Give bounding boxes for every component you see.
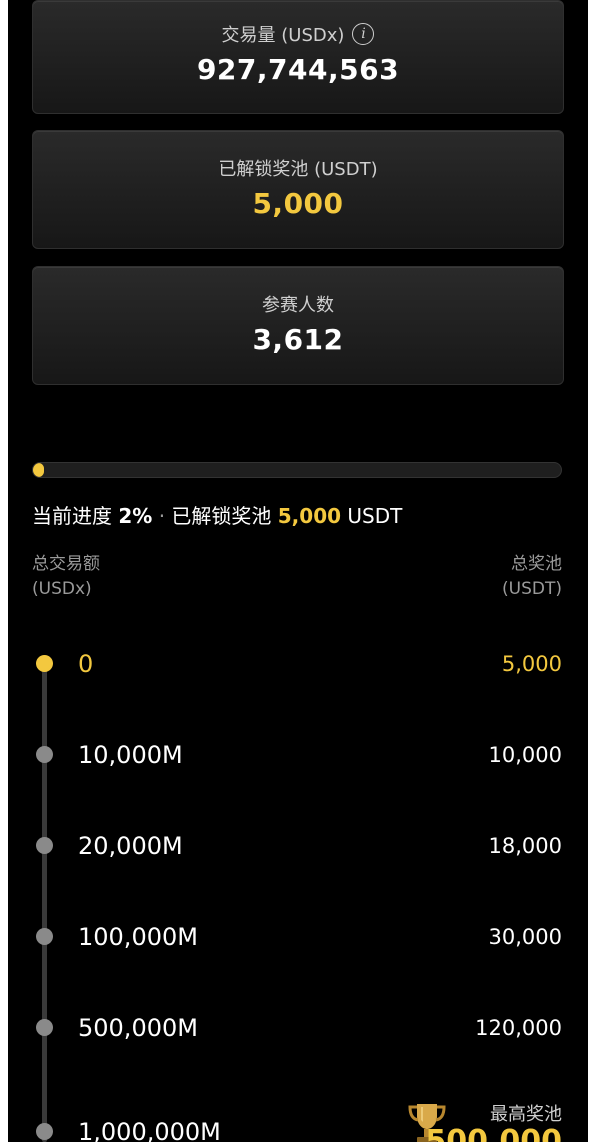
- tier-dot: [36, 746, 53, 763]
- tier-dot: [36, 655, 53, 672]
- tier-row: 20,000M 18,000: [8, 829, 588, 863]
- tier-volume: 1,000,000M: [78, 1118, 221, 1142]
- stat-label: 参赛人数: [262, 295, 334, 316]
- tier-volume: 100,000M: [78, 923, 198, 951]
- tier-pool: 30,000: [488, 925, 562, 949]
- column-header-pool: 总奖池 (USDT): [502, 552, 562, 602]
- max-pool-value: 500,000: [425, 1124, 562, 1142]
- tier-dot: [36, 1019, 53, 1036]
- progress-unit: USDT: [347, 504, 403, 528]
- tier-pool: 5,000: [501, 652, 562, 676]
- stat-label-row: 参赛人数: [33, 291, 563, 317]
- timeline-line: [42, 664, 47, 1142]
- column-header-volume: 总交易额 (USDx): [32, 552, 100, 602]
- progress-summary: 当前进度 2% · 已解锁奖池 5,000 USDT: [32, 500, 402, 529]
- screen: 交易量 (USDx) i 927,744,563 已解锁奖池 (USDT) 5,…: [8, 0, 588, 1142]
- stat-value: 3,612: [252, 323, 344, 356]
- stat-value: 5,000: [252, 187, 344, 220]
- stat-label-row: 交易量 (USDx) i: [33, 21, 563, 47]
- progress-unlocked-value: 5,000: [277, 504, 342, 528]
- stat-label: 已解锁奖池 (USDT): [218, 159, 378, 180]
- stat-label: 交易量 (USDx): [221, 25, 345, 46]
- tier-volume: 0: [78, 650, 94, 678]
- tier-row: 500,000M 120,000: [8, 1011, 588, 1045]
- info-icon[interactable]: i: [352, 23, 375, 45]
- progress-fill: [33, 463, 44, 477]
- tier-dot: [36, 1123, 53, 1140]
- tier-pool: 120,000: [475, 1016, 562, 1040]
- column-unit: (USDT): [502, 579, 562, 599]
- stat-card-participants: 参赛人数 3,612: [32, 266, 564, 385]
- stat-value: 927,744,563: [196, 53, 400, 86]
- progress-prefix: 当前进度: [32, 504, 112, 528]
- stat-label-row: 已解锁奖池 (USDT): [33, 155, 563, 181]
- max-pool-label: 最高奖池: [490, 1104, 562, 1125]
- stat-card-volume: 交易量 (USDx) i 927,744,563: [32, 0, 564, 114]
- tier-row: 0 5,000: [8, 647, 588, 681]
- column-title: 总交易额: [32, 554, 100, 574]
- column-title: 总奖池: [511, 554, 562, 574]
- progress-separator: ·: [158, 504, 166, 528]
- progress-bar: [32, 462, 562, 478]
- tier-row: 10,000M 10,000: [8, 738, 588, 772]
- tier-row: 100,000M 30,000: [8, 920, 588, 954]
- progress-percent: 2%: [118, 504, 153, 528]
- tier-volume: 500,000M: [78, 1014, 198, 1042]
- stat-card-unlocked-pool: 已解锁奖池 (USDT) 5,000: [32, 130, 564, 249]
- tier-dot: [36, 837, 53, 854]
- tier-volume: 20,000M: [78, 832, 183, 860]
- progress-unlocked-label: 已解锁奖池: [171, 504, 272, 528]
- column-unit: (USDx): [32, 579, 92, 599]
- tier-volume: 10,000M: [78, 741, 183, 769]
- tier-dot: [36, 928, 53, 945]
- tier-pool: 18,000: [488, 834, 562, 858]
- tier-pool: 10,000: [488, 743, 562, 767]
